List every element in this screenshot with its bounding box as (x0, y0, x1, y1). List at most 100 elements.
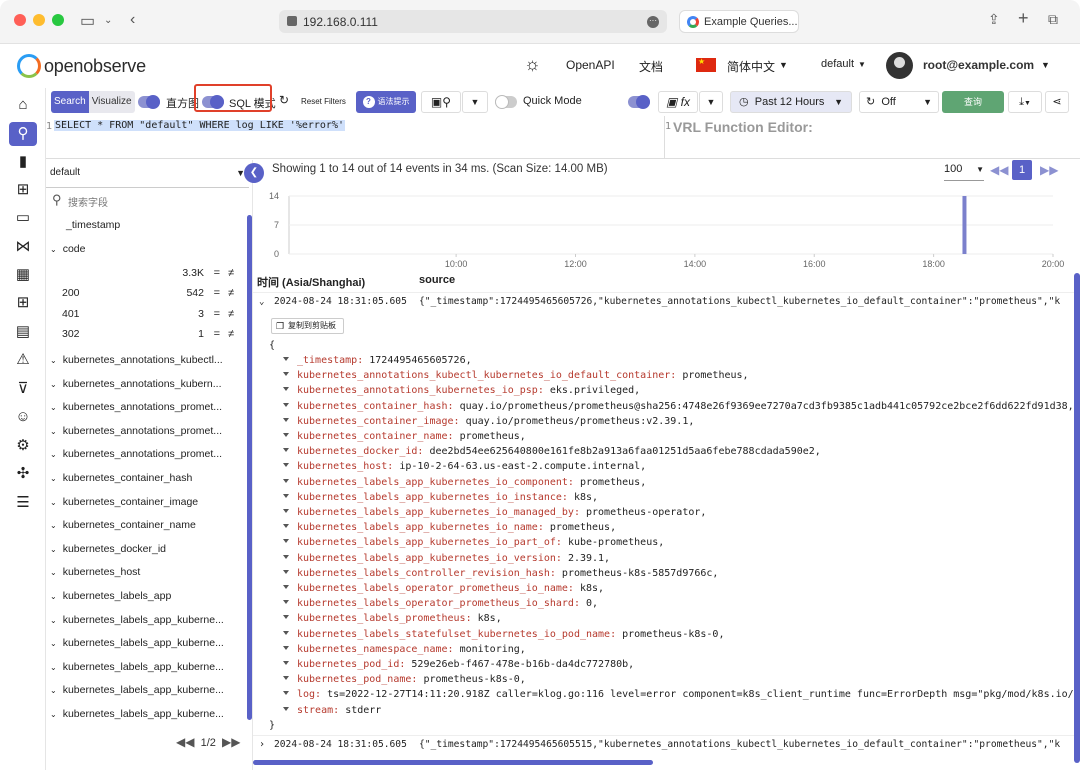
maximize-window-button[interactable] (52, 14, 64, 26)
field-item[interactable]: ⌄ kubernetes_annotations_promet... (50, 444, 236, 464)
column-header-source[interactable]: source (419, 274, 455, 286)
field-item[interactable]: ⌄ kubernetes_labels_app_kuberne... (50, 657, 236, 677)
org-select[interactable]: default (821, 58, 854, 70)
include-equals-icon[interactable]: = (214, 284, 220, 302)
column-header-time[interactable]: 时间 (Asia/Shanghai) (257, 274, 365, 290)
field-menu-icon[interactable] (283, 706, 289, 711)
table-row[interactable]: › 2024-08-24 18:31:05.605 {"_timestamp":… (253, 735, 1080, 753)
field-menu-icon[interactable] (283, 387, 289, 392)
download-button[interactable]: ⤓▼ (1008, 91, 1042, 113)
field-item[interactable]: ⌄ kubernetes_annotations_promet... (50, 397, 236, 417)
field-menu-icon[interactable] (283, 509, 289, 513)
table-row[interactable]: ⌄ 2024-08-24 18:31:05.605 {"_timestamp":… (253, 292, 1080, 310)
histogram-toggle[interactable] (138, 95, 160, 109)
docs-link[interactable]: 文档 (639, 58, 663, 75)
field-menu-icon[interactable] (283, 630, 289, 635)
menu-list-icon[interactable]: ☰ (9, 491, 37, 515)
field-menu-icon[interactable] (283, 493, 289, 498)
alerts-icon[interactable]: ⚠ (9, 348, 37, 372)
field-item[interactable]: ⌄ kubernetes_container_hash (50, 468, 236, 488)
user-dropdown-icon[interactable]: ▼ (1041, 60, 1050, 70)
streams-icon[interactable]: ⊞ (9, 291, 37, 315)
field-item[interactable]: ⌄ kubernetes_labels_app_kuberne... (50, 610, 236, 630)
page-size-select[interactable]: 100 ▼ (944, 163, 984, 181)
field-item[interactable]: ⌄ kubernetes_annotations_promet... (50, 421, 236, 441)
field-menu-icon[interactable] (283, 554, 289, 559)
field-menu-icon[interactable] (283, 585, 289, 589)
field-menu-icon[interactable] (283, 448, 289, 453)
dashboards-icon[interactable]: ▦ (9, 263, 37, 287)
pipeline-icon[interactable]: ⋈ (9, 235, 37, 259)
field-item[interactable]: ⌄ kubernetes_annotations_kubern... (50, 374, 236, 394)
rum-icon[interactable]: ▭ (9, 206, 37, 230)
field-menu-icon[interactable] (283, 676, 289, 681)
settings-icon[interactable]: ⚙ (9, 434, 37, 458)
field-item[interactable]: ⌄ kubernetes_container_image (50, 492, 236, 512)
back-icon[interactable]: ‹ (130, 11, 135, 29)
field-item[interactable]: ⌄ kubernetes_docker_id (50, 539, 236, 559)
field-menu-icon[interactable] (283, 645, 289, 650)
exclude-not-equals-icon[interactable]: ≠ (228, 305, 234, 323)
more-icon[interactable]: ··· (647, 16, 659, 28)
field-menu-icon[interactable] (283, 524, 289, 529)
field-item[interactable]: ⌄ kubernetes_labels_app_kuberne... (50, 680, 236, 700)
share-icon[interactable]: ⇪ (988, 11, 1000, 28)
current-page-button[interactable]: 1 (1012, 160, 1032, 180)
field-item[interactable]: ⌄ kubernetes_labels_app_kuberne... (50, 633, 236, 653)
vrl-editor[interactable]: 1 VRL Function Editor: (664, 116, 1080, 158)
run-query-button[interactable]: 查询 (942, 91, 1004, 113)
function-button[interactable]: ▣ fx (658, 91, 698, 113)
minimize-window-button[interactable] (33, 14, 45, 26)
language-select[interactable]: 简体中文 (727, 58, 775, 75)
sidebar-toggle-icon[interactable]: ▭ (80, 11, 95, 31)
field-menu-icon[interactable] (283, 539, 289, 544)
reset-icon[interactable]: ↻ (279, 93, 289, 107)
field-item[interactable]: ⌄ kubernetes_labels_app_kuberne... (50, 704, 236, 724)
include-equals-icon[interactable]: = (214, 305, 220, 323)
functions-icon[interactable]: ⊽ (9, 377, 37, 401)
field-menu-icon[interactable] (283, 615, 289, 620)
next-page-icon[interactable]: ▶▶ (222, 735, 240, 749)
include-equals-icon[interactable]: = (214, 264, 220, 282)
field-item-timestamp[interactable]: _timestamp (50, 215, 236, 235)
metrics-icon[interactable]: ▮ (9, 150, 37, 174)
tab-search[interactable]: Search (51, 91, 89, 113)
stream-select[interactable]: default ▼ (46, 167, 249, 188)
collapse-sidebar-button[interactable]: ❮ (244, 163, 264, 183)
function-toggle[interactable] (628, 95, 650, 109)
prev-page-icon[interactable]: ◀◀ (176, 735, 194, 749)
field-item[interactable]: ⌄ kubernetes_container_name (50, 515, 236, 535)
openapi-link[interactable]: OpenAPI (566, 58, 615, 72)
language-dropdown-icon[interactable]: ▼ (779, 60, 788, 70)
field-item[interactable]: ⌄ kubernetes_labels_app (50, 586, 236, 606)
first-page-icon[interactable]: ◀◀ (990, 163, 1008, 177)
slack-icon[interactable]: ✣ (9, 462, 37, 486)
home-icon[interactable]: ⌂ (9, 93, 37, 117)
function-dropdown[interactable]: ▼ (699, 91, 723, 113)
field-menu-icon[interactable] (283, 600, 289, 605)
tab-visualize[interactable]: Visualize (88, 91, 135, 113)
chevron-right-icon[interactable]: › (259, 736, 265, 753)
field-item[interactable]: ⌄ kubernetes_host (50, 562, 236, 582)
field-item[interactable]: ⌄ kubernetes_annotations_kubectl... (50, 350, 236, 370)
share-link-button[interactable]: ⋖ (1045, 91, 1069, 113)
iam-icon[interactable]: ☺ (9, 405, 37, 429)
saved-views-dropdown[interactable]: ▼ (462, 91, 488, 113)
logo[interactable]: openobserve (17, 54, 146, 78)
query-editor[interactable]: 1 SELECT * FROM "default" WHERE log LIKE… (46, 116, 666, 158)
exclude-not-equals-icon[interactable]: ≠ (228, 264, 234, 282)
time-range-picker[interactable]: ◷ Past 12 Hours ▼ (730, 91, 852, 113)
syntax-help-button[interactable]: ? 语法提示 (356, 91, 416, 113)
field-menu-icon[interactable] (283, 661, 289, 665)
field-menu-icon[interactable] (283, 691, 289, 696)
saved-views-button[interactable]: ▣⚲ (421, 91, 461, 113)
user-name[interactable]: root@example.com (923, 58, 1034, 72)
field-list-scrollbar[interactable] (247, 215, 252, 720)
quick-mode-toggle[interactable] (495, 95, 517, 109)
field-menu-icon[interactable] (283, 372, 289, 377)
tabs-overview-icon[interactable]: ⧉ (1048, 11, 1058, 28)
exclude-not-equals-icon[interactable]: ≠ (228, 325, 234, 343)
field-menu-icon[interactable] (283, 402, 289, 407)
include-equals-icon[interactable]: = (214, 325, 220, 343)
close-window-button[interactable] (14, 14, 26, 26)
